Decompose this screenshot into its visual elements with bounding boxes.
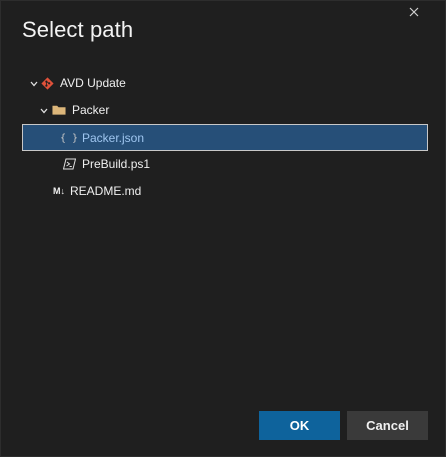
tree-item-packer-json[interactable]: { } Packer.json (22, 124, 428, 151)
json-file-icon: { } (59, 132, 79, 144)
tree-item-readme-md[interactable]: M↓ README.md (22, 178, 428, 205)
path-tree: AVD Update Packer { } Packer.json PreBui… (22, 70, 428, 205)
ok-button[interactable]: OK (259, 411, 340, 440)
tree-item-label: README.md (70, 184, 142, 198)
tree-item-label: Packer.json (82, 131, 145, 145)
close-button[interactable] (405, 3, 423, 21)
tree-item-label: PreBuild.ps1 (82, 157, 151, 171)
tree-item-avd-update[interactable]: AVD Update (22, 70, 428, 97)
select-path-dialog: Select path AVD Update Packer {} Packer… (0, 0, 446, 457)
markdown-file-icon: M↓ (53, 186, 65, 196)
folder-icon (52, 103, 66, 117)
close-icon (409, 7, 419, 17)
tree-item-label: Packer (72, 103, 110, 117)
powershell-file-icon (62, 157, 76, 171)
chevron-down-icon[interactable] (39, 106, 49, 116)
dialog-title: Select path (22, 17, 134, 42)
tree-item-label: AVD Update (60, 76, 126, 90)
git-repo-icon (40, 76, 54, 90)
tree-item-packer[interactable]: Packer (22, 97, 428, 124)
tree-item-prebuild-ps1[interactable]: PreBuild.ps1 (22, 151, 428, 178)
chevron-down-icon[interactable] (29, 79, 39, 89)
cancel-button[interactable]: Cancel (347, 411, 428, 440)
